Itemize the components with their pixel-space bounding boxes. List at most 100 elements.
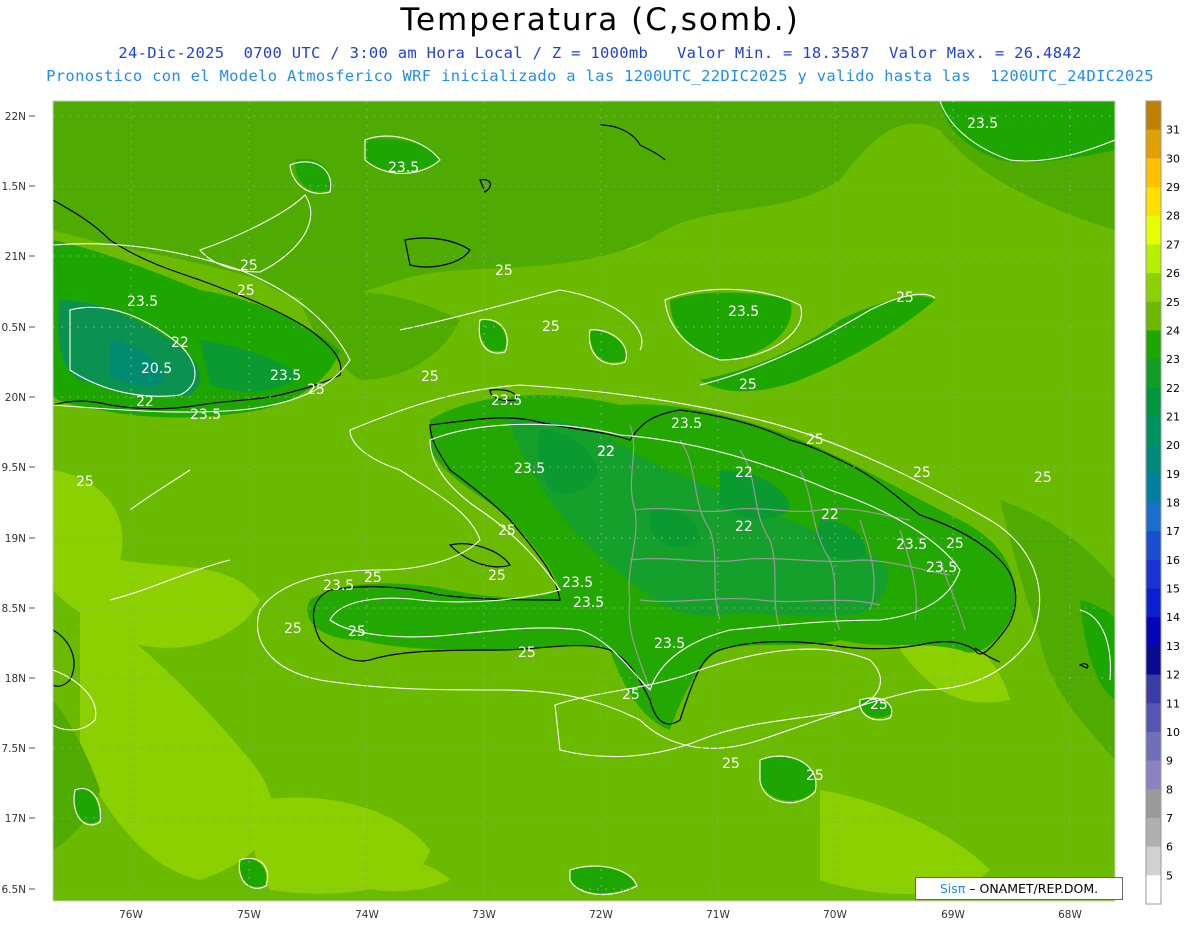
colorbar-label: 12 — [1166, 669, 1180, 682]
lon-tick-label: 73W — [472, 909, 496, 921]
colorbar-swatch — [1146, 445, 1161, 475]
colorbar-label: 15 — [1166, 583, 1180, 596]
lat-tick-label: 1.5N — [1, 181, 26, 193]
colorbar-swatch — [1146, 301, 1161, 331]
contour-label: 25 — [739, 377, 757, 393]
temperature-map: 23.5 25 25 23.5 25 25 22 20.5 22 23.5 23… — [1, 100, 1180, 921]
contour-label: 22 — [597, 444, 615, 460]
contour-label: 23.5 — [270, 368, 301, 384]
contour-label: 23.5 — [573, 595, 604, 611]
lat-tick-label: 22N — [5, 111, 26, 123]
colorbar-swatch — [1146, 416, 1161, 446]
colorbar-label: 30 — [1166, 152, 1180, 165]
contour-label: 25 — [622, 687, 640, 703]
colorbar-label: 27 — [1166, 238, 1180, 251]
lon-tick-label: 74W — [355, 909, 379, 921]
credit-text: – ONAMET/REP.DOM. — [965, 881, 1099, 896]
contour-label: 22 — [735, 465, 753, 481]
contour-label: 25 — [913, 465, 931, 481]
contour-label: 25 — [421, 369, 439, 385]
contour-label: 25 — [284, 621, 302, 637]
colorbar-label: 31 — [1166, 124, 1180, 137]
contour-label: 25 — [488, 568, 506, 584]
colorbar-label: 8 — [1166, 783, 1173, 796]
contour-label: 25 — [806, 768, 824, 784]
colorbar-swatch — [1146, 359, 1161, 389]
lat-tick-label: 7.5N — [1, 743, 26, 755]
lon-tick-label: 75W — [237, 909, 261, 921]
lon-tick-label: 72W — [589, 909, 613, 921]
colorbar-label: 23 — [1166, 353, 1180, 366]
colorbar-swatch — [1146, 158, 1161, 188]
lon-tick-label: 71W — [706, 909, 730, 921]
colorbar-swatch — [1146, 875, 1161, 905]
colorbar-label: 5 — [1166, 869, 1173, 882]
colorbar-swatch — [1146, 330, 1161, 360]
contour-label: 23.5 — [671, 416, 702, 432]
contour-label: 25 — [240, 258, 258, 274]
colorbar-swatch — [1146, 817, 1161, 848]
colorbar-label: 10 — [1166, 726, 1180, 739]
colorbar-label: 28 — [1166, 210, 1180, 223]
colorbar-swatch — [1146, 387, 1161, 417]
longitude-axis: 76W 75W 74W 73W 72W 71W 70W 69W 68W — [119, 909, 1082, 921]
lat-tick-label: 9.5N — [1, 462, 26, 474]
contour-label: 25 — [495, 263, 513, 279]
temperature-colorbar: 31 30 29 28 27 26 25 24 23 22 21 20 19 18 17 16 15 14 13 12… — [1145, 100, 1180, 905]
contour-label: 25 — [237, 283, 255, 299]
contour-label: 23.5 — [514, 461, 545, 477]
lat-tick-label: 17N — [5, 813, 26, 825]
colorbar-label: 18 — [1166, 497, 1180, 510]
contour-label: 23.5 — [388, 160, 419, 176]
contour-label: 25 — [364, 570, 382, 586]
colorbar-swatch — [1146, 531, 1161, 561]
colorbar-swatch — [1146, 731, 1161, 762]
contour-label: 25 — [542, 319, 560, 335]
contour-label: 25 — [896, 290, 914, 306]
contour-label: 23.5 — [728, 304, 759, 320]
lon-tick-label: 76W — [119, 909, 143, 921]
colorbar-label: 24 — [1166, 324, 1180, 337]
contour-label: 23.5 — [127, 294, 158, 310]
colorbar-swatch — [1146, 215, 1161, 245]
contour-label: 22 — [171, 335, 189, 351]
colorbar-swatch — [1146, 244, 1161, 274]
contour-label: 25 — [518, 645, 536, 661]
contour-label: 23.5 — [491, 393, 522, 409]
colorbar-label: 9 — [1166, 755, 1173, 768]
colorbar-label: 17 — [1166, 525, 1180, 538]
colorbar-label: 16 — [1166, 554, 1180, 567]
contour-label: 23.5 — [926, 560, 957, 576]
colorbar-label: 19 — [1166, 468, 1180, 481]
colorbar-label: 25 — [1166, 296, 1180, 309]
contour-label: 22 — [821, 507, 839, 523]
contour-label: 23.5 — [562, 575, 593, 591]
contour-label: 25 — [806, 432, 824, 448]
colorbar-swatch — [1146, 559, 1161, 590]
brand-logo-text: Sisπ — [939, 881, 966, 896]
lon-tick-label: 68W — [1058, 909, 1082, 921]
contour-label: 25 — [307, 382, 325, 398]
colorbar-swatch — [1146, 187, 1161, 217]
contour-label: 25 — [76, 474, 94, 490]
lon-tick-label: 69W — [941, 909, 965, 921]
colorbar-label: 26 — [1166, 267, 1180, 280]
lat-tick-label: 19N — [5, 533, 26, 545]
lat-tick-label: 6.5N — [1, 884, 26, 896]
lat-tick-label: 18N — [5, 673, 26, 685]
colorbar-swatch — [1146, 617, 1161, 647]
colorbar-swatch — [1146, 760, 1161, 790]
contour-label: 23.5 — [323, 578, 354, 594]
colorbar-swatch — [1146, 101, 1161, 131]
colorbar-swatch — [1146, 846, 1161, 876]
colorbar-swatch — [1146, 473, 1161, 503]
contour-label: 22 — [735, 519, 753, 535]
colorbar-swatch — [1146, 703, 1161, 733]
contour-label: 23.5 — [896, 537, 927, 553]
contour-label: 25 — [348, 624, 366, 640]
colorbar-label: 14 — [1166, 611, 1180, 624]
contour-label: 23.5 — [967, 116, 998, 132]
contour-label: 25 — [870, 697, 888, 713]
contour-label: 25 — [946, 536, 964, 552]
colorbar-label: 29 — [1166, 181, 1180, 194]
